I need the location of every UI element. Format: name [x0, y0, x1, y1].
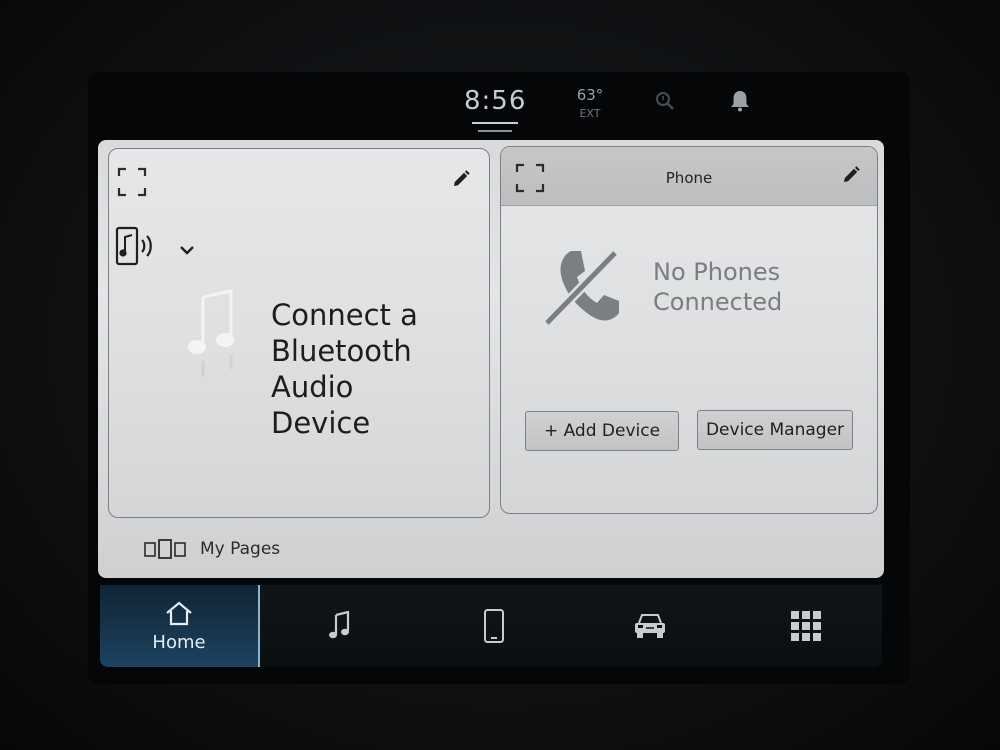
nav-apps[interactable] [776, 585, 836, 667]
nav-vehicle[interactable] [620, 585, 680, 667]
nav-home-label: Home [152, 631, 206, 653]
chevron-down-icon[interactable] [179, 241, 195, 260]
nav-phone[interactable] [464, 585, 524, 667]
music-note-icon [185, 289, 241, 389]
message-line: Connect a [271, 298, 418, 332]
message-line: Connected [653, 288, 783, 316]
bell-icon[interactable] [727, 88, 753, 114]
status-bar: 8:56 63° EXT [0, 80, 1000, 140]
connect-audio-message: Connect a Bluetooth Audio Device [271, 297, 481, 441]
temperature-unit: EXT [579, 107, 601, 120]
phone-audio-icon[interactable] [115, 225, 159, 273]
clock-underline-secondary [478, 130, 512, 132]
phone-card-header: Phone [501, 147, 877, 206]
clock-underline [472, 122, 518, 124]
bottom-nav: Home [100, 585, 882, 667]
message-line: No Phones [653, 258, 781, 286]
expand-icon[interactable] [117, 167, 147, 201]
phone-icon [484, 609, 504, 643]
temperature-value: 63° [576, 86, 604, 104]
car-icon [635, 614, 665, 638]
outside-temperature: 63° EXT [568, 86, 612, 120]
audio-card[interactable]: Connect a Bluetooth Audio Device [108, 148, 490, 518]
phone-disconnected-icon [543, 245, 621, 333]
message-line: Device [271, 406, 371, 440]
music-note-icon [329, 611, 350, 639]
pages-icon [144, 539, 186, 559]
apps-grid-icon [791, 611, 821, 641]
my-pages-label: My Pages [200, 539, 281, 559]
device-manager-button[interactable]: Device Manager [697, 410, 853, 450]
my-pages-link[interactable]: My Pages [144, 536, 280, 562]
home-panel: Connect a Bluetooth Audio Device Phone N… [98, 140, 884, 578]
nav-media[interactable] [310, 585, 370, 667]
message-line: Bluetooth [271, 334, 412, 368]
clock[interactable]: 8:56 [464, 86, 526, 116]
edit-pencil-icon[interactable] [841, 165, 861, 189]
add-device-button[interactable]: + Add Device [525, 411, 679, 451]
voice-search-icon[interactable] [652, 88, 678, 114]
message-line: Audio [271, 370, 354, 404]
nav-home[interactable]: Home [100, 585, 260, 667]
edit-pencil-icon[interactable] [451, 169, 471, 193]
phone-card-title: Phone [665, 169, 713, 187]
no-phones-message: No Phones Connected [653, 257, 853, 317]
home-icon [166, 601, 192, 625]
phone-card[interactable]: Phone No Phones Connected + Add Device D… [500, 146, 878, 514]
